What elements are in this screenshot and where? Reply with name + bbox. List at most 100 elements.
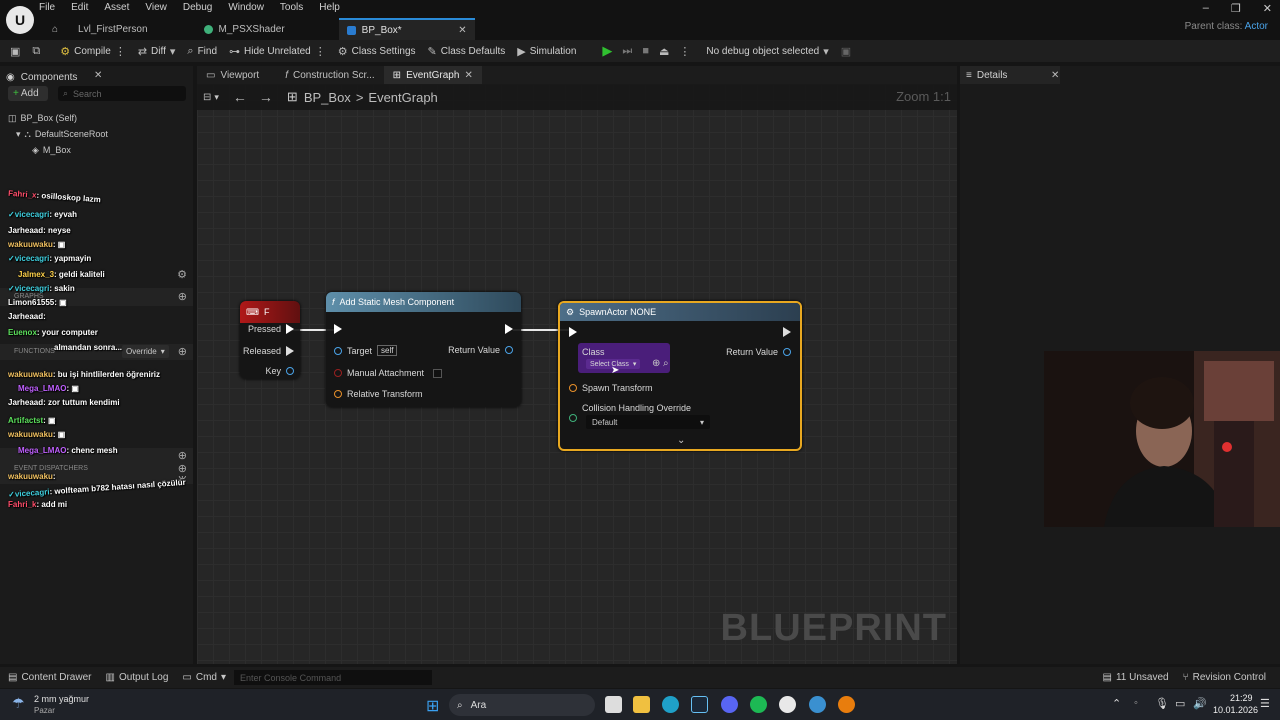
tab-construction-script[interactable]: f Construction Scr...: [276, 66, 383, 84]
menu-window[interactable]: Window: [227, 2, 265, 16]
app-icon[interactable]: [809, 696, 826, 713]
exec-in-pin[interactable]: [569, 327, 577, 337]
diff-button[interactable]: ⇄ Diff ▾: [132, 40, 182, 62]
pin-manual-attachment[interactable]: Manual Attachment: [334, 368, 443, 378]
eject-icon[interactable]: ⏏: [659, 45, 669, 58]
menu-help[interactable]: Help: [318, 2, 341, 16]
edge-icon[interactable]: [662, 696, 679, 713]
pin-collision-handling[interactable]: Collision Handling Override: [582, 403, 691, 413]
tray-app-icon[interactable]: ◦: [1134, 697, 1138, 709]
minimize-icon[interactable]: –: [1203, 2, 1209, 15]
cmd-dropdown[interactable]: ▭ Cmd ▾: [182, 672, 226, 683]
stop-icon[interactable]: ■: [642, 45, 649, 57]
revision-control-button[interactable]: ⑂ Revision Control: [1183, 672, 1266, 683]
network-icon[interactable]: ▭: [1175, 697, 1185, 710]
doc-tab-bp-box[interactable]: BP_Box* ✕: [338, 18, 475, 40]
tab-viewport[interactable]: ▭ Viewport: [197, 66, 268, 84]
use-selected-icon[interactable]: ⊕: [652, 358, 660, 369]
close-icon[interactable]: ✕: [464, 70, 472, 81]
output-log-button[interactable]: ▥ Output Log: [105, 672, 168, 683]
find-button[interactable]: ⌕ Find: [181, 40, 223, 62]
expand-advanced-icon[interactable]: ⌄: [677, 435, 685, 446]
file-explorer-icon[interactable]: [633, 696, 650, 713]
weather-widget[interactable]: ☂ 2 mm yağmur Pazar: [8, 692, 108, 718]
add-static-mesh-node[interactable]: f Add Static Mesh Component Target self R…: [326, 292, 521, 407]
pin-released[interactable]: Released: [243, 346, 294, 356]
menu-tools[interactable]: Tools: [279, 2, 304, 16]
step-icon[interactable]: ⏭: [622, 45, 632, 58]
tree-item-root[interactable]: ▾ ⛬ DefaultSceneRoot: [8, 126, 108, 142]
task-view-icon[interactable]: [605, 696, 622, 713]
enum-pin-icon[interactable]: [569, 414, 577, 422]
pin-class[interactable]: Class: [582, 347, 605, 357]
microphone-icon[interactable]: 🎙: [1155, 697, 1169, 710]
close-icon[interactable]: ✕: [458, 25, 466, 36]
bookmark-icon[interactable]: ⊟: [203, 92, 211, 103]
class-settings-button[interactable]: ⚙ Class Settings: [332, 40, 422, 62]
taskbar-search[interactable]: ⌕ Ara: [449, 694, 595, 716]
search-input[interactable]: ⌕ Search: [58, 86, 186, 101]
unreal-engine-icon[interactable]: [779, 696, 796, 713]
spotify-icon[interactable]: [750, 696, 767, 713]
menu-asset[interactable]: Asset: [103, 2, 130, 16]
pin-spawn-transform[interactable]: Spawn Transform: [569, 383, 653, 393]
key-event-node[interactable]: ⌨ F Pressed Released Key: [240, 301, 300, 379]
add-component-button[interactable]: + Add: [8, 86, 48, 101]
tree-item-mesh[interactable]: ◈ M_Box: [8, 142, 108, 158]
windows-start-icon[interactable]: ⊞: [426, 696, 439, 716]
content-drawer-button[interactable]: ▤ Content Drawer: [8, 672, 91, 683]
compile-button[interactable]: ⚙ Compile ⋮: [54, 40, 132, 62]
exec-out-pin[interactable]: [505, 324, 513, 334]
class-defaults-button[interactable]: ✎ Class Defaults: [422, 40, 512, 62]
discord-icon[interactable]: [721, 696, 738, 713]
pin-pressed[interactable]: Pressed: [248, 324, 294, 334]
browse-button[interactable]: ⧉: [26, 40, 46, 62]
tray-chevron-icon[interactable]: ⌃: [1112, 697, 1121, 710]
back-arrow-icon[interactable]: ←: [233, 89, 247, 105]
blender-icon[interactable]: [838, 696, 855, 713]
forward-arrow-icon[interactable]: →: [259, 89, 273, 105]
unsaved-button[interactable]: ▤ 11 Unsaved: [1103, 672, 1169, 683]
more-icon[interactable]: ⋮: [679, 45, 690, 58]
pin-target[interactable]: Target self: [334, 345, 398, 356]
breadcrumb-leaf[interactable]: EventGraph: [368, 90, 437, 105]
menu-debug[interactable]: Debug: [182, 2, 213, 16]
event-graph-canvas[interactable]: BLUEPRINT ⌨ F Pressed Released Key f Add…: [197, 84, 957, 664]
debug-object-select[interactable]: No debug object selected ▾: [700, 40, 834, 62]
spawn-actor-node[interactable]: ⚙ SpawnActor NONE Class Select Class ▾ ⊕ …: [558, 301, 802, 451]
hide-unrelated-button[interactable]: ⊶ Hide Unrelated ⋮: [223, 40, 332, 62]
parent-class-value[interactable]: Actor: [1245, 21, 1268, 32]
menu-view[interactable]: View: [144, 2, 168, 16]
console-input[interactable]: Enter Console Command: [234, 670, 433, 685]
doc-tab-level[interactable]: ⌂ Lvl_FirstPerson: [40, 18, 156, 40]
breadcrumb-root[interactable]: BP_Box: [304, 90, 351, 105]
collision-dropdown[interactable]: Default ▾: [586, 415, 710, 429]
volume-icon[interactable]: 🔊: [1193, 697, 1207, 710]
chevron-down-icon[interactable]: ▾: [214, 92, 219, 103]
pin-return-value[interactable]: Return Value: [448, 345, 513, 355]
play-icon[interactable]: ▶: [602, 43, 612, 59]
maximize-icon[interactable]: ❐: [1231, 2, 1241, 15]
notification-icon[interactable]: ☰: [1260, 697, 1270, 710]
steam-icon[interactable]: [691, 696, 708, 713]
tree-item-self[interactable]: ◫ BP_Box (Self): [8, 110, 108, 126]
clock-time[interactable]: 21:29: [1230, 693, 1253, 703]
save-button[interactable]: ▣: [0, 40, 26, 62]
pin-return-value[interactable]: Return Value: [726, 347, 791, 357]
checkbox[interactable]: [433, 368, 443, 378]
browse-search-icon[interactable]: ⌕: [663, 358, 669, 369]
close-icon[interactable]: ✕: [1051, 70, 1059, 81]
close-window-icon[interactable]: ✕: [1263, 2, 1272, 15]
more-icon[interactable]: ⋮: [315, 45, 326, 58]
more-icon[interactable]: ⋮: [115, 45, 126, 58]
pin-key[interactable]: Key: [265, 366, 294, 376]
doc-tab-material[interactable]: M_PSXShader: [196, 18, 293, 40]
exec-in-pin[interactable]: [334, 324, 342, 334]
clock-date[interactable]: 10.01.2026: [1213, 705, 1258, 715]
simulation-button[interactable]: ▶ Simulation: [511, 40, 582, 62]
exec-out-pin[interactable]: [783, 327, 791, 337]
menu-file[interactable]: File: [38, 2, 56, 16]
menu-edit[interactable]: Edit: [70, 2, 89, 16]
close-icon[interactable]: ✕: [94, 70, 102, 81]
unreal-logo-icon[interactable]: U: [6, 6, 34, 34]
